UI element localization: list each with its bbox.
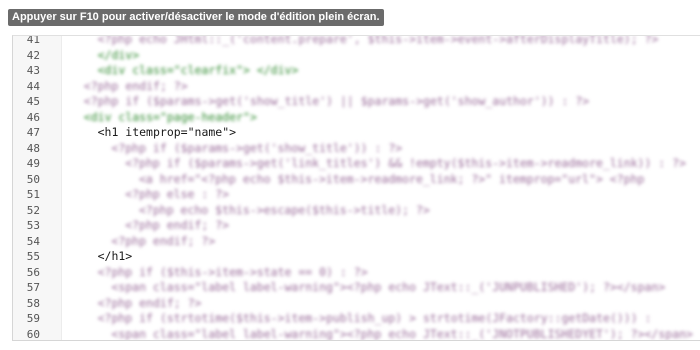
code-line[interactable]: <?php if ($params->get('show_title') || … [62,94,700,110]
code-text: <?php if (strtotime($this->item->publish… [97,311,652,325]
code-text: <span class="label label-warning"><?php … [111,280,666,294]
code-line[interactable]: <?php endif; ?> [62,296,700,312]
code-text: <?php echo JHtml::_('content.prepare', $… [97,35,659,46]
code-text: <?php else : ?> [125,187,230,201]
line-number: 60 [26,327,40,341]
fullscreen-hint-tooltip: Appuyer sur F10 pour activer/désactiver … [8,9,384,26]
line-number-gutter: 41 42 43 44 45 46 47 48 49 50 51 52 53 54 55 56 57 58 59 60… [13,36,62,340]
line-number: 41 [26,35,40,46]
code-text: <h1 itemprop="name"> [97,125,237,139]
code-text: <?php endif; ?> [83,78,188,93]
line-number: 44 [26,79,40,93]
line-number: 45 [26,95,40,108]
code-line[interactable]: <?php if ($params->get('link_titles') &&… [62,156,700,172]
code-text: <div class="clearfix"> </div> [97,63,299,77]
code-content[interactable]: <?php echo JHtml::_('content.prepare', $… [62,36,700,340]
line-number: 52 [26,203,40,217]
line-number: 51 [26,188,40,201]
code-line[interactable]: <h1 itemprop="name"> [62,125,700,141]
line-number: 43 [26,64,40,77]
code-line[interactable]: </div> [62,48,700,64]
line-number: 54 [26,234,40,248]
code-text: </h1> [97,249,133,263]
code-line[interactable]: <?php if ($this->item->state == 0) : ?> [62,265,700,281]
code-line[interactable]: <?php if ($params->get('show_title')) : … [62,141,700,157]
code-text: <?php if ($params->get('link_titles') &&… [125,156,686,170]
code-line[interactable]: <span class="label label-warning"><?php … [62,326,700,341]
code-text: <?php if ($params->get('show_title') || … [83,94,590,108]
code-text: <?php if ($this->item->state == 0) : ?> [97,264,368,279]
line-number: 42 [26,48,40,62]
code-text: <?php echo $this->escape($this->title); … [139,202,430,217]
line-number: 53 [26,219,40,232]
code-text: <?php endif; ?> [97,295,202,310]
code-line[interactable]: <div class="clearfix"> </div> [62,63,700,79]
code-editor[interactable]: 41 42 43 44 45 46 47 48 49 50 51 52 53 54 55 56 57 58 59 60… [12,35,700,341]
code-text: </div> [97,47,140,62]
code-line[interactable]: <?php endif; ?> [62,234,700,250]
code-text: <?php endif; ?> [125,218,230,232]
code-line[interactable]: <div class="page-header"> [62,110,700,126]
code-line[interactable]: <a href="<?php echo $this->item->readmor… [62,172,700,188]
code-text: <a href="<?php echo $this->item->readmor… [139,171,645,186]
line-number: 57 [26,281,40,294]
code-line[interactable]: <?php endif; ?> [62,218,700,234]
code-line[interactable]: <?php echo JHtml::_('content.prepare', $… [62,35,700,48]
line-number: 56 [26,265,40,279]
line-number: 55 [26,250,40,263]
code-line[interactable]: <?php else : ?> [62,187,700,203]
code-line[interactable]: </h1> [62,249,700,265]
code-line[interactable]: <span class="label label-warning"><?php … [62,280,700,296]
code-line[interactable]: <?php if (strtotime($this->item->publish… [62,311,700,327]
code-text: <?php endif; ?> [111,233,216,248]
code-text: <div class="page-header"> [83,109,257,124]
line-number: 59 [26,312,40,325]
code-text: <?php if ($params->get('show_title')) : … [111,140,403,155]
code-line[interactable]: <?php endif; ?> [62,79,700,95]
code-line[interactable]: <?php echo $this->escape($this->title); … [62,203,700,219]
line-number: 58 [26,296,40,310]
line-number: 50 [26,172,40,186]
code-text: <span class="label label-warning"><?php … [111,326,693,341]
line-number: 49 [26,157,40,170]
line-number: 47 [26,126,40,139]
line-number: 48 [26,141,40,155]
line-number: 46 [26,110,40,124]
